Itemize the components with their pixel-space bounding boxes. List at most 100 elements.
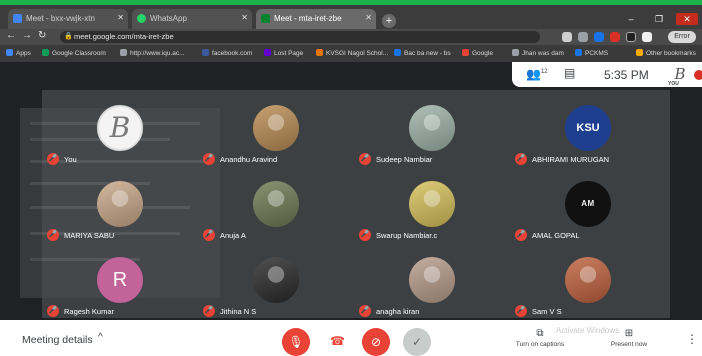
browser-tab-1[interactable]: Meet - bxx-vwjk-xtn ✕ <box>8 9 128 29</box>
bookmark-item[interactable]: KVSGI Nagol Schol... <box>316 49 388 57</box>
participant-tile[interactable]: 🎤 Anandhu Aravind <box>201 105 351 169</box>
participant-avatar <box>253 257 299 303</box>
participant-tile[interactable]: 🎤 MARIYA SABU <box>45 181 195 245</box>
new-tab-button[interactable]: + <box>382 14 396 28</box>
yahoo-icon <box>264 49 271 56</box>
participant-tile[interactable]: 🎤 Swarup Nambiar.c <box>357 181 507 245</box>
bookmark-item[interactable]: facebook.com <box>202 49 252 57</box>
page-icon <box>120 49 127 56</box>
more-options-icon[interactable]: ⋮ <box>686 332 698 346</box>
people-icon[interactable]: 👥12 <box>526 67 548 81</box>
bookmark-item[interactable]: Bac ba new - bs <box>394 49 451 57</box>
meet-favicon-icon <box>13 14 22 23</box>
camera-off-button[interactable]: ⊘ <box>362 328 390 356</box>
participant-name-row: 🎤 MARIYA SABU <box>45 229 195 241</box>
participant-name-row: 🎤 Anandhu Aravind <box>201 153 351 165</box>
profile-error-button[interactable]: Error <box>668 31 696 43</box>
participant-tile[interactable]: R 🎤 Ragesh Kumar <box>45 257 195 321</box>
participant-name: Jithina N S <box>220 307 257 316</box>
hang-up-icon[interactable]: ☎ <box>330 334 345 348</box>
maximize-icon[interactable]: ❐ <box>648 13 670 25</box>
mic-off-icon: 🎤 <box>515 229 527 241</box>
mic-off-icon: 🎤 <box>359 229 371 241</box>
chat-icon[interactable]: ▤ <box>564 66 575 80</box>
reload-icon[interactable]: ↻ <box>38 30 46 41</box>
bookmark-item[interactable]: Google <box>462 49 493 57</box>
browser-tabstrip: Meet - bxx-vwjk-xtn ✕ WhatsApp ✕ Meet - … <box>0 5 702 29</box>
participant-name-row: 🎤 Sudeep Nambiar <box>357 153 507 165</box>
camera-extension-icon[interactable] <box>562 32 572 42</box>
bookmark-item[interactable]: http://www.iqu.ac... <box>120 49 185 57</box>
participant-tile[interactable]: 🎤 Anuja A <box>201 181 351 245</box>
meet-bottom-bar: Meeting details ^ 🎙 ☎ ⊘ ✓ ⧉ Turn on capt… <box>0 320 702 356</box>
bookmark-item[interactable]: Apps <box>6 49 31 57</box>
bookmark-item[interactable]: Other bookmarks <box>636 49 696 57</box>
close-icon[interactable]: ✕ <box>117 13 124 22</box>
participant-name-row: 🎤 anagha kiran <box>357 305 507 317</box>
participant-avatar <box>253 105 299 151</box>
participant-tile[interactable]: 🎤 Jithina N S <box>201 257 351 321</box>
back-icon[interactable]: ← <box>6 30 16 41</box>
chevron-up-icon[interactable]: ^ <box>98 332 103 343</box>
participant-name: Sudeep Nambiar <box>376 155 433 164</box>
participant-name-row: 🎤 AMAL GOPAL <box>513 229 663 241</box>
participant-avatar <box>409 105 455 151</box>
star-icon[interactable] <box>578 32 588 42</box>
clock-time: 5:35 PM <box>604 68 649 82</box>
browser-tab-label: Meet - bxx-vwjk-xtn <box>26 14 95 23</box>
mic-off-icon: 🎤 <box>359 153 371 165</box>
page-icon <box>394 49 401 56</box>
extension-blue-icon[interactable] <box>594 32 604 42</box>
participant-tile[interactable]: AM ALONE 🎤 AMAL GOPAL <box>513 181 663 245</box>
mic-off-icon: 🎤 <box>359 305 371 317</box>
present-label: Present now <box>610 341 648 348</box>
browser-tab-3[interactable]: Meet - mta-iret-zbe ✕ <box>256 9 376 29</box>
apps-icon <box>6 49 13 56</box>
participant-avatar <box>97 181 143 227</box>
close-icon[interactable]: ✕ <box>241 13 248 22</box>
participant-tile[interactable]: B 🎤 You <box>45 105 195 169</box>
close-window-icon[interactable]: ✕ <box>676 13 698 25</box>
extension-dark-icon[interactable] <box>626 32 636 42</box>
participant-avatar: R <box>97 257 143 303</box>
url-bar[interactable]: 🔒 meet.google.com/mta-iret-zbe <box>60 31 540 43</box>
bookmark-item[interactable]: Lost Page <box>264 49 303 57</box>
bookmark-item[interactable]: PCKMS <box>575 49 608 57</box>
browser-tab-2[interactable]: WhatsApp ✕ <box>132 9 252 29</box>
mic-off-button[interactable]: 🎙 <box>282 328 310 356</box>
you-label: YOU <box>668 81 679 87</box>
minimize-icon[interactable]: – <box>620 13 642 25</box>
extension-white-icon[interactable] <box>642 32 652 42</box>
mic-off-icon: 🎤 <box>203 153 215 165</box>
participant-tile[interactable]: 🎤 Sudeep Nambiar <box>357 105 507 169</box>
address-bar-row: ← → ↻ 🔒 meet.google.com/mta-iret-zbe Err… <box>0 29 702 45</box>
present-now-button[interactable]: ⊞ Present now <box>604 328 654 348</box>
close-icon[interactable]: ✕ <box>365 13 372 22</box>
participant-tile[interactable]: KSU 🎤 ABHIRAMI MURUGAN <box>513 105 663 169</box>
extension-red-icon[interactable] <box>610 32 620 42</box>
captions-label: Turn on captions <box>515 341 565 348</box>
participant-name: Anandhu Aravind <box>220 155 278 164</box>
forward-icon[interactable]: → <box>22 30 32 41</box>
meeting-details-button[interactable]: Meeting details <box>22 334 93 346</box>
participant-avatar: KSU <box>565 105 611 151</box>
participant-name: MARIYA SABU <box>64 231 115 240</box>
notification-dot-icon <box>694 70 702 80</box>
page-icon <box>575 49 582 56</box>
browser-tab-label: Meet - mta-iret-zbe <box>274 14 342 23</box>
mic-off-icon: 🎤 <box>203 305 215 317</box>
mic-off-icon: 🎤 <box>203 229 215 241</box>
participant-name-row: 🎤 Jithina N S <box>201 305 351 317</box>
check-icon[interactable]: ✓ <box>403 328 431 356</box>
bookmark-item[interactable]: Google Classroom <box>42 49 106 57</box>
participant-avatar <box>565 257 611 303</box>
mic-off-icon: 🎤 <box>515 305 527 317</box>
bookmark-item[interactable]: Jhan was dam <box>512 49 564 57</box>
participant-name: anagha kiran <box>376 307 420 316</box>
avatar-badge-text: AM ALONE <box>581 199 595 208</box>
participant-name: Ragesh Kumar <box>64 307 115 316</box>
participant-name-row: 🎤 You <box>45 153 195 165</box>
participant-tile[interactable]: 🎤 anagha kiran <box>357 257 507 321</box>
participant-tile[interactable]: 🎤 Sam V S <box>513 257 663 321</box>
meet-favicon-icon <box>261 14 270 23</box>
